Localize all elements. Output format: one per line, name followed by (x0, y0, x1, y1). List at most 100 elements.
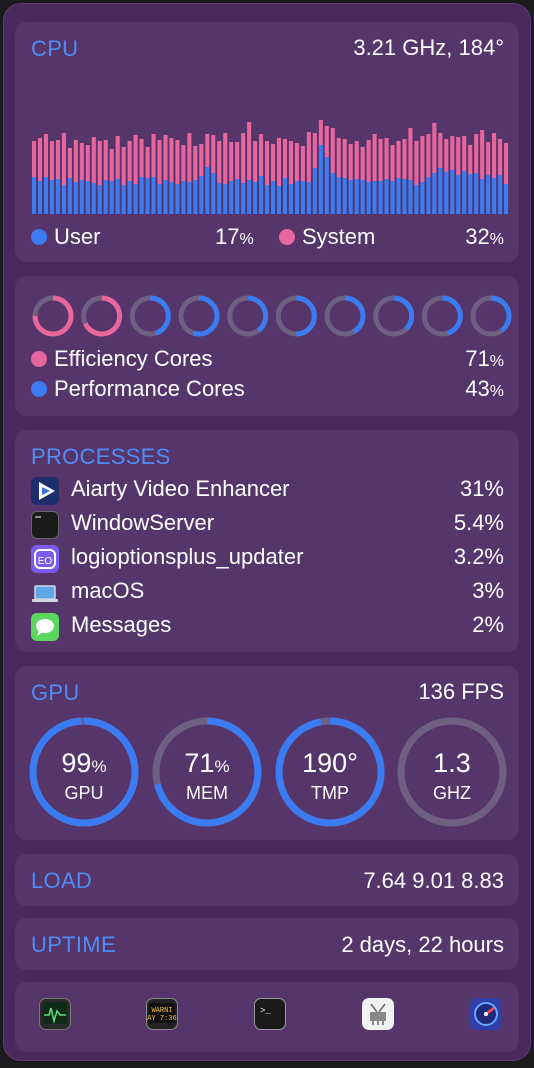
cpu-user-bar (372, 181, 377, 214)
cpu-user-bar (480, 179, 485, 214)
process-value: 2% (472, 612, 504, 637)
cpu-system-bar (175, 140, 180, 184)
cpu-system-value-wrap: 32% (465, 224, 504, 249)
istat-menus-icon[interactable] (470, 998, 502, 1030)
cpu-system-bar (187, 133, 192, 182)
process-value: 31% (459, 476, 504, 501)
cpu-card[interactable]: CPU 3.21 GHz, 184° User 17% System 32% (15, 22, 519, 262)
process-name: Aiarty Video Enhancer (71, 476, 290, 501)
cpu-user-bar (408, 180, 413, 214)
cpu-system-bar (79, 143, 84, 180)
cpu-user-bar (73, 182, 78, 214)
activity-monitor-icon[interactable] (39, 998, 71, 1030)
cpu-system-bar (223, 133, 228, 184)
load-card[interactable]: LOAD 7.64 9.01 8.83 (15, 854, 519, 906)
gpu-card[interactable]: GPU 136 FPS 99% GPU 71% MEM 190° TMP 1.3… (15, 666, 519, 840)
cpu-system-bar (300, 146, 305, 181)
cpu-system-bar (480, 130, 485, 179)
cpu-system-bar (32, 141, 37, 177)
cores-card[interactable]: Efficiency Cores 71% Performance Cores 4… (15, 276, 519, 416)
process-row[interactable]: macOS 3% (31, 578, 504, 608)
terminal-icon[interactable]: >_ (254, 998, 286, 1030)
cpu-user-bar (157, 184, 162, 214)
cpu-user-bar (103, 180, 108, 214)
gpu-usage-value: 99 (61, 748, 92, 778)
user-dot (31, 229, 47, 245)
cpu-system-bar (312, 133, 317, 168)
cpu-user-bar (474, 173, 479, 214)
cpu-user-bar (211, 173, 216, 214)
load-title: LOAD (31, 868, 93, 893)
cpu-system-bar (444, 139, 449, 172)
cpu-system-bar (241, 133, 246, 183)
cpu-system-bar (145, 147, 150, 178)
cpu-user-bar (438, 168, 443, 214)
cpu-system-bar (276, 138, 282, 186)
cpu-user-bar (253, 182, 258, 214)
cpu-title: CPU (31, 36, 79, 61)
cpu-user-bar (468, 174, 473, 214)
cpu-user-bar (288, 184, 293, 214)
process-row[interactable]: WindowServer 5.4% (31, 510, 504, 540)
processes-card[interactable]: PROCESSES Aiarty Video Enhancer 31% Wind… (15, 430, 519, 652)
cpu-user-bar (121, 185, 126, 214)
uptime-card[interactable]: UPTIME 2 days, 22 hours (15, 918, 519, 970)
gpu-memory-value: 71 (184, 748, 215, 778)
cpu-user-bar (49, 180, 54, 214)
cpu-system-bar (157, 140, 162, 184)
cpu-system-bar (378, 139, 383, 181)
cpu-user-bar (217, 183, 222, 214)
cpu-system-bar (294, 143, 299, 181)
cpu-system-bar (438, 133, 443, 168)
cpu-user-bar (426, 177, 431, 214)
gpu-memory-gauge-label: 71% MEM (152, 748, 262, 804)
cpu-system-bar (360, 147, 365, 180)
cpu-system-bar (253, 141, 258, 182)
cpu-system-bar (348, 144, 353, 180)
cpu-system-bar (121, 147, 126, 185)
performance-cores-legend: Performance Cores (31, 376, 245, 402)
cpu-user-bar (187, 182, 192, 214)
cpu-system-value: 32 (465, 224, 490, 249)
process-row[interactable]: EO logioptionsplus_updater 3.2% (31, 544, 504, 574)
cpu-user-bar (348, 180, 353, 214)
cpu-system-bar (354, 141, 359, 179)
process-value: 3.2% (453, 544, 504, 569)
cpu-system-bar (247, 122, 252, 180)
cpu-system-bar (55, 140, 60, 179)
cpu-system-bar (151, 134, 156, 177)
cpu-system-bar (468, 145, 473, 174)
cpu-user-bar (318, 145, 323, 214)
gpu-title: GPU (31, 680, 80, 705)
gpu-frequency-value: 1.3 (433, 748, 471, 778)
cpu-frequency-temperature: 3.21 GHz, 184° (353, 35, 504, 60)
cpu-system-bar (37, 138, 43, 181)
cpu-user-bar (43, 177, 49, 214)
cpu-system-bar (205, 134, 210, 167)
cpu-user-bar (205, 167, 210, 214)
cpu-system-bar (181, 145, 186, 181)
system-information-icon[interactable] (362, 998, 394, 1030)
cpu-user-bar (139, 177, 144, 214)
cpu-system-bar (103, 140, 108, 180)
process-name: Messages (71, 612, 172, 637)
cpu-user-bar (450, 170, 455, 214)
process-row[interactable]: Messages 2% (31, 612, 504, 642)
process-row[interactable]: Aiarty Video Enhancer 31% (31, 476, 504, 506)
cpu-history-svg (32, 120, 509, 214)
cpu-system-bar (408, 128, 413, 180)
cpu-user-value: 17 (215, 224, 240, 249)
process-name: macOS (71, 578, 145, 603)
gpu-fps: 136 FPS (418, 679, 504, 704)
performance-cores-row: Performance Cores 43% (31, 376, 504, 406)
cpu-system-label: System (302, 224, 376, 249)
cpu-user-bar (504, 184, 509, 214)
cpu-system-bar (456, 137, 461, 175)
cpu-system-bar (109, 149, 114, 181)
console-icon[interactable]: WARNI AY 7:36 (146, 998, 178, 1030)
cpu-user-bar (336, 177, 341, 214)
gpu-frequency-label: GHZ (433, 783, 471, 803)
system-dot (279, 229, 295, 245)
cpu-user-bar (330, 173, 335, 214)
cpu-user-bar (282, 178, 288, 214)
